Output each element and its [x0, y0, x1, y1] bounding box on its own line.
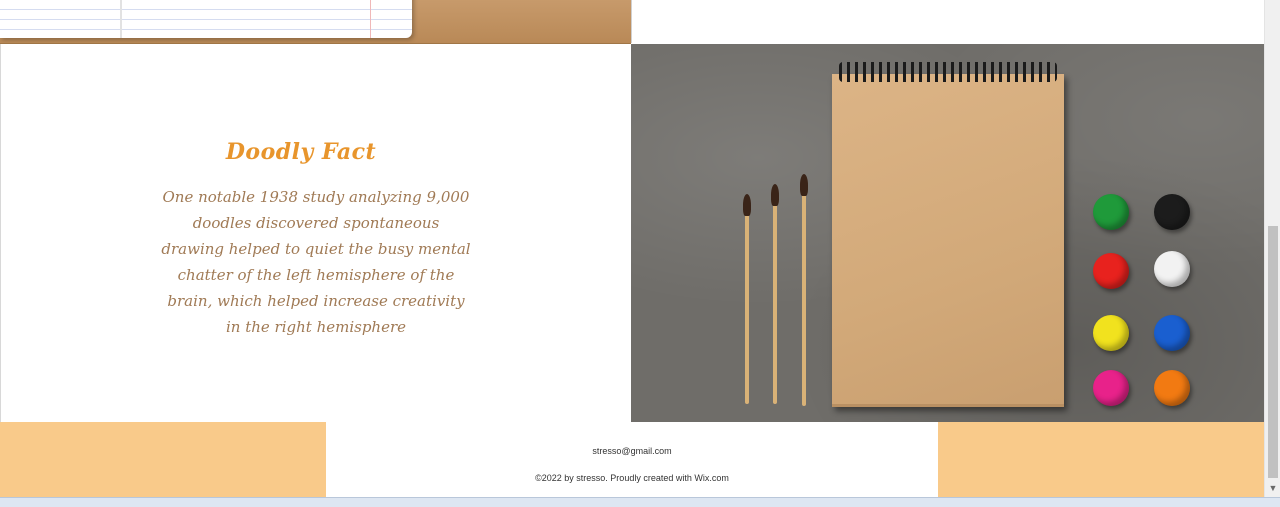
paint-pot-black — [1154, 194, 1190, 230]
notebook-photo-strip — [0, 0, 631, 44]
doodly-fact-section: Doodly Fact One notable 1938 study analy… — [0, 44, 632, 422]
vertical-scrollbar[interactable]: ▼ — [1264, 0, 1280, 497]
paintbrush-image — [771, 184, 779, 404]
sketchbook-spiral — [839, 62, 1057, 82]
paint-pot-yellow — [1093, 315, 1129, 351]
paintbrush-image — [743, 194, 751, 404]
notebook-image — [0, 0, 412, 38]
scroll-down-icon[interactable]: ▼ — [1265, 480, 1280, 496]
paint-pot-blue — [1154, 315, 1190, 351]
scrollbar-thumb[interactable] — [1268, 226, 1278, 478]
art-supplies-photo — [631, 44, 1264, 422]
paint-pot-white — [1154, 251, 1190, 287]
sketchbook-image — [832, 74, 1064, 407]
paint-pot-green — [1093, 194, 1129, 230]
blank-panel — [631, 0, 1265, 43]
footer-email-link[interactable]: stresso@gmail.com — [326, 446, 938, 456]
notebook-margin-line — [370, 0, 371, 38]
footer-left-block — [0, 422, 326, 497]
page: Doodly Fact One notable 1938 study analy… — [0, 0, 1265, 497]
footer-content: stresso@gmail.com ©2022 by stresso. Prou… — [326, 422, 938, 497]
notebook-page-edge — [120, 0, 122, 38]
paintbrush-image — [800, 174, 808, 406]
paint-pot-red — [1093, 253, 1129, 289]
paint-pot-magenta — [1093, 370, 1129, 406]
footer-right-block — [938, 422, 1264, 497]
fact-title: Doodly Fact — [225, 139, 377, 165]
fact-body: One notable 1938 study analyzing 9,000 d… — [161, 188, 471, 336]
paint-pot-orange — [1154, 370, 1190, 406]
footer-copyright: ©2022 by stresso. Proudly created with W… — [535, 473, 729, 483]
